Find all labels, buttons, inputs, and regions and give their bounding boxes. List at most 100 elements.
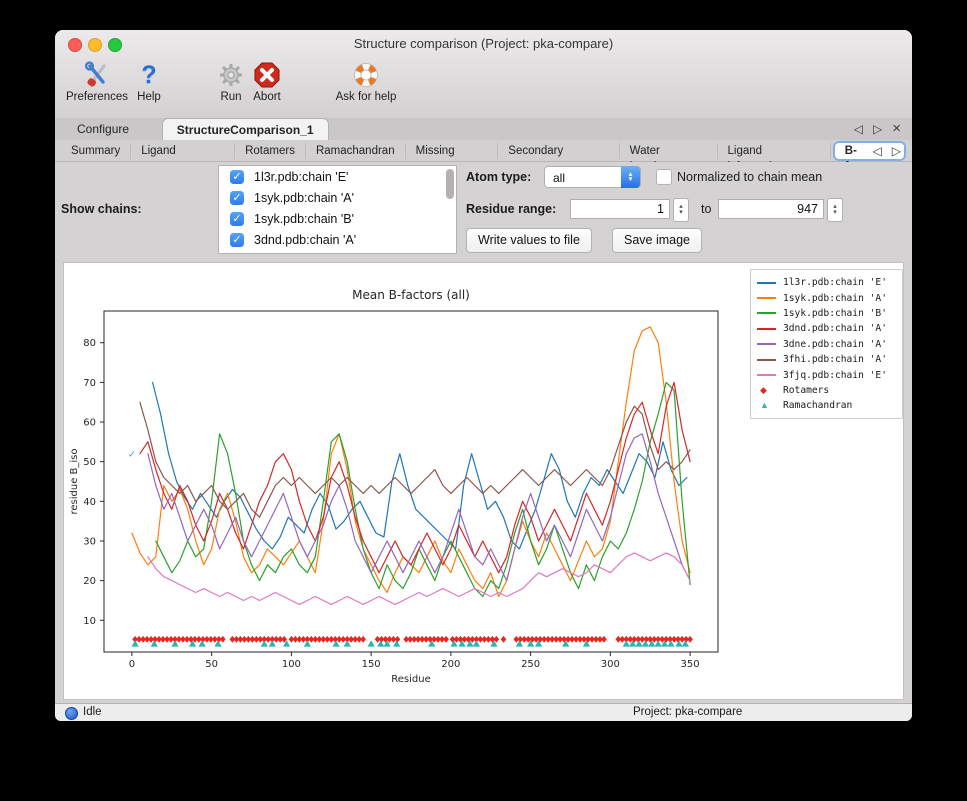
legend-item: 3dne.pdb:chain 'A' xyxy=(757,337,896,352)
bfactor-controls: Show chains: 1l3r.pdb:chain 'E' 1syk.pdb:… xyxy=(55,162,912,262)
sub-tab-summary[interactable]: Summary xyxy=(61,143,131,159)
legend-line-swatch xyxy=(757,282,776,284)
svg-text:250: 250 xyxy=(521,659,540,670)
chain-checkbox[interactable] xyxy=(230,191,244,205)
desktop-background: Structure comparison (Project: pka-compa… xyxy=(0,0,967,801)
legend-line-swatch xyxy=(757,343,776,345)
toolbar-label: Preferences xyxy=(63,91,131,103)
legend-label: 1syk.pdb:chain 'A' xyxy=(783,293,887,304)
svg-text:0: 0 xyxy=(129,659,135,670)
svg-text:20: 20 xyxy=(83,576,96,587)
main-tab-bar: Configure StructureComparison_1 xyxy=(55,118,912,141)
legend-item: 1syk.pdb:chain 'A' xyxy=(757,290,896,305)
ask-for-help-button[interactable]: Ask for help xyxy=(327,60,405,103)
sub-tab-bar: SummaryLigand summaryRotamersRamachandra… xyxy=(55,140,912,162)
legend-item: 1l3r.pdb:chain 'E' xyxy=(757,275,896,290)
sub-tab-missing-atoms[interactable]: Missing atoms xyxy=(406,143,499,159)
svg-text:80: 80 xyxy=(83,338,96,349)
main-tab-structurecomparison-1[interactable]: StructureComparison_1 xyxy=(162,118,329,141)
sub-tab-ramachandran[interactable]: Ramachandran xyxy=(306,143,406,159)
svg-text:100: 100 xyxy=(282,659,301,670)
tools-icon xyxy=(63,60,131,90)
run-button[interactable]: Run xyxy=(213,60,249,103)
legend-line-swatch xyxy=(757,374,776,376)
legend-label: 3fhi.pdb:chain 'A' xyxy=(783,354,887,365)
atom-type-value: all xyxy=(553,171,565,185)
subtab-scroll-right-icon[interactable] xyxy=(887,140,906,162)
residue-to-input[interactable] xyxy=(718,199,824,219)
sub-tab-ligand-summary[interactable]: Ligand summary xyxy=(131,143,235,159)
show-chains-label: Show chains: xyxy=(61,202,142,216)
svg-text:150: 150 xyxy=(362,659,381,670)
help-button[interactable]: ? Help xyxy=(133,60,165,103)
svg-text:40: 40 xyxy=(83,497,96,508)
diamond-marker-icon: ◆ xyxy=(760,386,767,395)
legend-label: Ramachandran xyxy=(783,400,852,411)
toolbar-label: Abort xyxy=(247,91,287,103)
toolbar-label: Ask for help xyxy=(327,91,405,103)
residue-from-stepper[interactable]: ▴▾ xyxy=(673,198,689,222)
sub-tab-rotamers[interactable]: Rotamers xyxy=(235,143,306,159)
chain-label: 1l3r.pdb:chain 'E' xyxy=(254,170,348,184)
legend-line-swatch xyxy=(757,328,776,330)
svg-text:50: 50 xyxy=(205,659,218,670)
svg-text:350: 350 xyxy=(681,659,700,670)
save-image-button[interactable]: Save image xyxy=(612,228,702,253)
legend-label: 3dne.pdb:chain 'A' xyxy=(783,339,887,350)
chain-list-item[interactable]: 1syk.pdb:chain 'B' xyxy=(219,208,456,229)
preferences-button[interactable]: Preferences xyxy=(63,60,131,103)
legend-label: 3dnd.pdb:chain 'A' xyxy=(783,323,887,334)
status-text: Idle xyxy=(83,706,102,718)
subtab-scroll-left-icon[interactable] xyxy=(868,140,887,162)
sub-tab-secondary-structure[interactable]: Secondary structure xyxy=(498,143,619,159)
normalized-label: Normalized to chain mean xyxy=(677,170,822,184)
legend-item: 3fjq.pdb:chain 'E' xyxy=(757,367,896,382)
chain-list[interactable]: 1l3r.pdb:chain 'E' 1syk.pdb:chain 'A'1syk… xyxy=(218,165,457,254)
triangle-marker-icon: ▲ xyxy=(760,401,769,410)
normalized-checkbox[interactable] xyxy=(656,169,672,185)
svg-text:Residue: Residue xyxy=(391,674,430,685)
main-tab-configure[interactable]: Configure xyxy=(63,118,143,140)
chain-list-scrollbar[interactable] xyxy=(446,169,454,199)
chain-label: 3dnd.pdb:chain 'A' xyxy=(254,233,356,247)
tab-scroll-right-icon[interactable] xyxy=(868,118,887,140)
residue-to-stepper[interactable]: ▴▾ xyxy=(827,198,843,222)
chain-checkbox[interactable] xyxy=(230,233,244,247)
combo-chevrons-icon: ▲▼ xyxy=(621,166,640,188)
window-header: Structure comparison (Project: pka-compa… xyxy=(55,30,912,119)
sub-tab-ligand-information[interactable]: Ligand information xyxy=(718,143,831,159)
chart-panel: 0501001502002503003501020304050607080Mea… xyxy=(63,262,904,700)
svg-text:70: 70 xyxy=(83,378,96,389)
status-bar: Idle Project: pka-compare xyxy=(55,703,912,721)
stop-x-icon xyxy=(247,60,287,90)
svg-text:✓: ✓ xyxy=(128,450,136,461)
window-title: Structure comparison (Project: pka-compa… xyxy=(55,36,912,51)
residue-from-input[interactable] xyxy=(570,199,670,219)
svg-text:300: 300 xyxy=(601,659,620,670)
chain-checkbox[interactable] xyxy=(230,170,244,184)
atom-type-label: Atom type: xyxy=(466,170,531,184)
abort-button[interactable]: Abort xyxy=(247,60,287,103)
toolbar-label: Run xyxy=(213,91,249,103)
tab-close-icon[interactable] xyxy=(887,118,906,140)
legend-label: 1syk.pdb:chain 'B' xyxy=(783,308,887,319)
lifebuoy-icon xyxy=(327,60,405,90)
toolbar-label: Help xyxy=(133,91,165,103)
chain-checkbox[interactable] xyxy=(230,212,244,226)
chain-list-item[interactable]: 1syk.pdb:chain 'A' xyxy=(219,187,456,208)
gear-icon xyxy=(213,60,249,90)
legend-line-swatch xyxy=(757,297,776,299)
svg-text:10: 10 xyxy=(83,616,96,627)
atom-type-select[interactable]: all ▲▼ xyxy=(544,166,641,188)
legend-item: 3dnd.pdb:chain 'A' xyxy=(757,321,896,336)
chain-list-item[interactable]: 3dnd.pdb:chain 'A' xyxy=(219,229,456,250)
legend-label: 3fjq.pdb:chain 'E' xyxy=(783,370,887,381)
chart-legend: 1l3r.pdb:chain 'E' 1syk.pdb:chain 'A' 1syk… xyxy=(750,269,903,419)
tab-scroll-left-icon[interactable] xyxy=(849,118,868,140)
residue-range-label: Residue range: xyxy=(466,202,556,216)
sub-tab-water-locations[interactable]: Water locations xyxy=(620,143,718,159)
write-values-button[interactable]: Write values to file xyxy=(466,228,592,253)
svg-text:60: 60 xyxy=(83,418,96,429)
chain-list-item[interactable]: 1l3r.pdb:chain 'E' xyxy=(219,166,456,187)
legend-label: Rotamers xyxy=(783,385,829,396)
